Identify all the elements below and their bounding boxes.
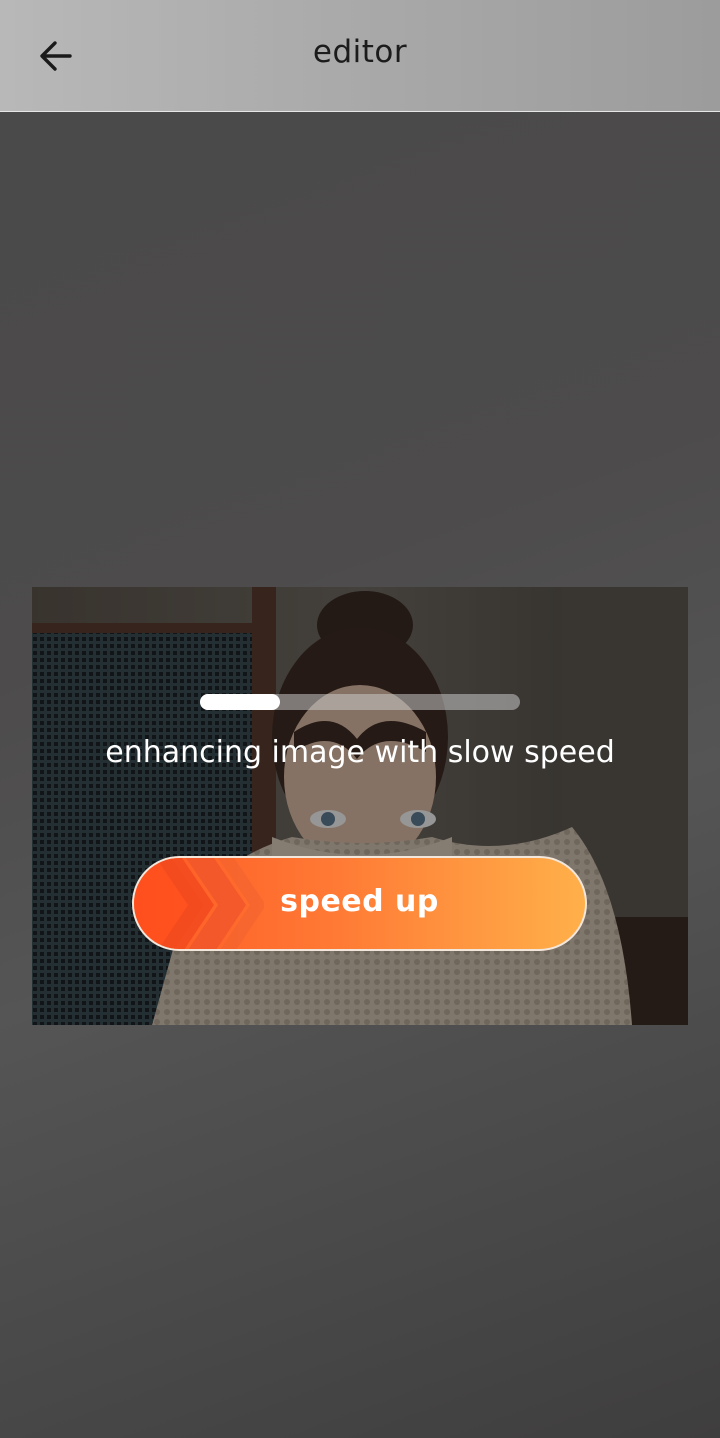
- app-header: editor: [0, 0, 720, 112]
- speed-up-button[interactable]: speed up: [132, 856, 587, 951]
- progress-bar: [200, 694, 520, 710]
- progress-fill: [200, 694, 280, 710]
- speed-up-label: speed up: [280, 884, 439, 919]
- photo-preview: enhancing image with slow speed speed up: [32, 587, 688, 1025]
- status-text: enhancing image with slow speed: [105, 735, 615, 770]
- page-title: editor: [312, 34, 408, 70]
- photo-overlay: [32, 587, 688, 1025]
